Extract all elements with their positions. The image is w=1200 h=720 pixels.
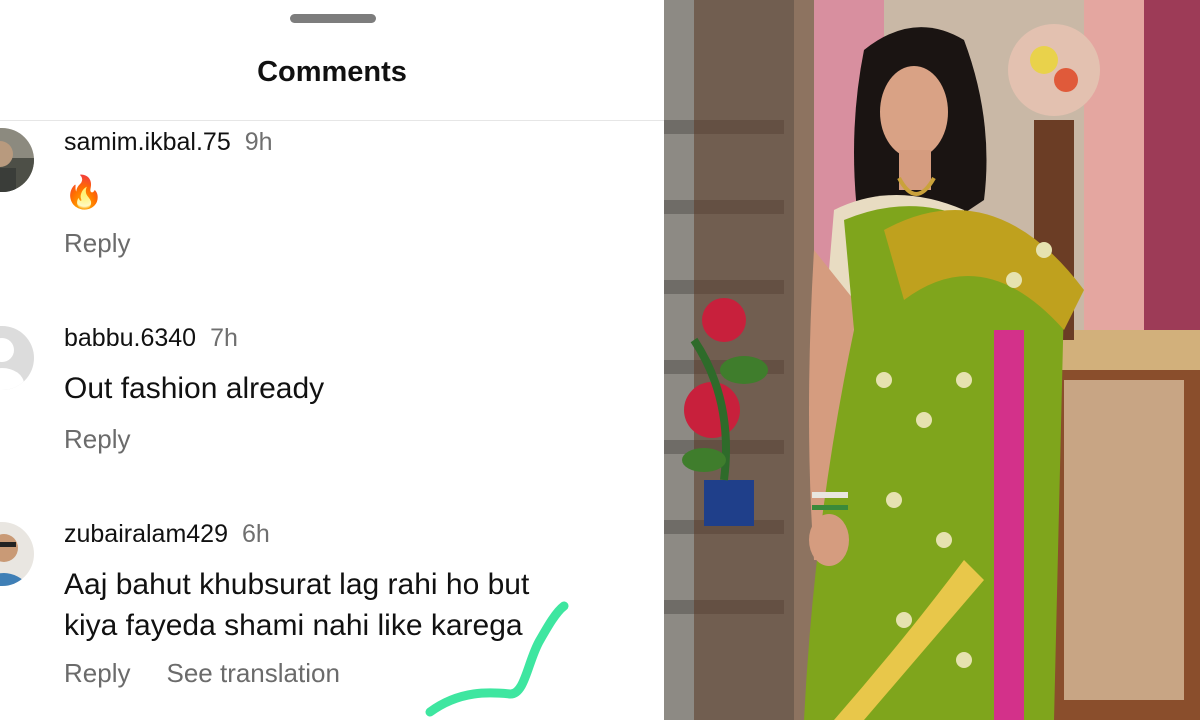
comment-username[interactable]: babbu.6340 <box>64 324 196 352</box>
see-translation-button[interactable]: See translation <box>166 658 339 688</box>
reply-button[interactable]: Reply <box>64 228 130 258</box>
drag-handle[interactable] <box>290 14 376 23</box>
post-photo <box>664 0 1200 720</box>
comment-meta: babbu.6340 7h <box>64 324 238 353</box>
saree-photo-image <box>664 0 1200 720</box>
comment-text: 🔥 <box>64 172 664 214</box>
comment-username[interactable]: samim.ikbal.75 <box>64 128 231 156</box>
comment-time: 7h <box>210 324 238 352</box>
fire-icon: 🔥 <box>64 174 104 210</box>
comment-text: Aaj bahut khubsurat lag rahi ho but kiya… <box>64 564 664 646</box>
sheet-title: Comments <box>257 56 407 88</box>
comment-meta: samim.ikbal.75 9h <box>64 128 273 157</box>
comment-time: 6h <box>242 520 270 548</box>
reply-button[interactable]: Reply <box>64 658 130 688</box>
comment-text: Out fashion already <box>64 372 325 405</box>
comment-text-line: kiya fayeda shami nahi like karega <box>64 609 523 642</box>
comment-meta: zubairalam429 6h <box>64 520 270 549</box>
divider <box>0 120 664 121</box>
reply-button[interactable]: Reply <box>64 424 130 454</box>
comment-actions: Reply <box>64 228 130 259</box>
comment-username[interactable]: zubairalam429 <box>64 520 228 548</box>
comment-actions: Reply <box>64 424 130 455</box>
avatar[interactable] <box>0 522 34 586</box>
avatar-default[interactable] <box>0 326 34 390</box>
comment-time: 9h <box>244 128 273 156</box>
comments-sheet: Comments samim.ikbal.75 9h 🔥 Reply babbu… <box>0 0 664 720</box>
comment-actions: Reply See translation <box>64 658 340 689</box>
avatar[interactable] <box>0 128 34 192</box>
comment-text-line: Aaj bahut khubsurat lag rahi ho but <box>64 568 530 601</box>
